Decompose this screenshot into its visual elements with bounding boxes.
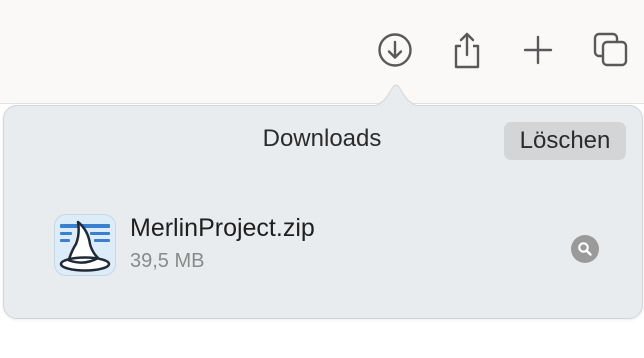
share-icon <box>454 32 480 69</box>
show-in-finder-button[interactable] <box>571 235 599 263</box>
clear-downloads-button[interactable]: Löschen <box>504 122 626 160</box>
download-icon <box>378 33 412 67</box>
new-tab-button[interactable] <box>518 30 558 70</box>
merlin-project-app-icon <box>54 214 116 276</box>
download-file-name: MerlinProject.zip <box>130 214 315 242</box>
downloads-button[interactable] <box>375 30 415 70</box>
browser-toolbar <box>0 0 644 104</box>
magnifier-icon <box>578 242 592 256</box>
popover-arrow <box>368 84 424 108</box>
share-button[interactable] <box>447 30 487 70</box>
download-item[interactable]: MerlinProject.zip 39,5 MB <box>40 200 620 290</box>
plus-icon <box>523 35 553 65</box>
tabs-overview-icon <box>593 32 628 67</box>
tab-overview-button[interactable] <box>591 30 631 70</box>
download-file-size: 39,5 MB <box>130 250 205 272</box>
